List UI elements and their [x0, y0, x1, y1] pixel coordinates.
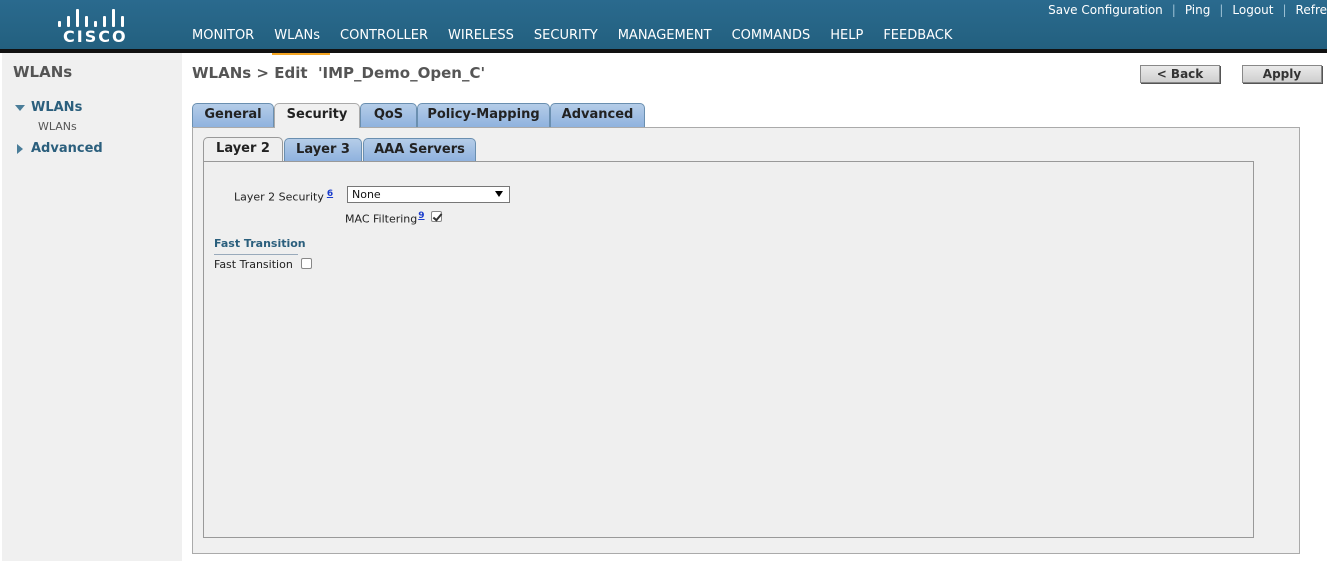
- nav-feedback[interactable]: FEEDBACK: [883, 28, 952, 49]
- tab-policy-mapping[interactable]: Policy-Mapping: [417, 103, 550, 127]
- ping-link[interactable]: Ping: [1185, 3, 1211, 17]
- mac-filtering-label: MAC Filtering: [345, 212, 418, 226]
- sidebar-subitem-wlans[interactable]: WLANs: [38, 120, 77, 133]
- subtab-layer-2[interactable]: Layer 2: [203, 137, 283, 161]
- nav-security[interactable]: SECURITY: [534, 28, 598, 49]
- top-links: Save Configuration | Ping | Logout | Ref…: [1048, 3, 1327, 17]
- apply-button[interactable]: Apply: [1242, 65, 1322, 83]
- dropdown-caret-icon: [495, 191, 503, 197]
- nav-management[interactable]: MANAGEMENT: [618, 28, 712, 49]
- section-divider: [214, 254, 298, 255]
- nav-help[interactable]: HELP: [830, 28, 863, 49]
- page-title: WLANs > Edit 'IMP_Demo_Open_C': [192, 64, 486, 82]
- sidebar-item-label[interactable]: WLANs: [31, 100, 82, 115]
- triangle-right-icon[interactable]: [17, 143, 23, 154]
- cisco-logo: CISCO: [55, 5, 130, 46]
- layer2-security-value: None: [352, 188, 381, 201]
- nav-wlans[interactable]: WLANs: [272, 28, 330, 55]
- triangle-down-icon[interactable]: [15, 104, 25, 111]
- mac-filtering-label-row: MAC Filtering9: [345, 211, 425, 226]
- link-separator: |: [1171, 3, 1176, 17]
- nav-wireless[interactable]: WIRELESS: [448, 28, 514, 49]
- fast-transition-label: Fast Transition: [214, 258, 293, 271]
- mac-filtering-footnote-link[interactable]: 9: [418, 211, 424, 221]
- subtab-layer-3[interactable]: Layer 3: [284, 138, 362, 161]
- cisco-logo-bars: [58, 7, 128, 27]
- mac-filtering-checkbox[interactable]: [431, 211, 442, 222]
- fast-transition-checkbox[interactable]: [301, 258, 312, 269]
- link-separator: |: [1219, 3, 1224, 17]
- sidebar-item-advanced[interactable]: Advanced: [17, 141, 103, 156]
- cisco-logo-text: CISCO: [63, 27, 128, 46]
- nav-monitor[interactable]: MONITOR: [192, 28, 254, 49]
- tab-security[interactable]: Security: [274, 103, 360, 128]
- sidebar: WLANs WLANs WLANs Advanced: [2, 53, 182, 561]
- back-button[interactable]: < Back: [1140, 65, 1220, 83]
- layer2-security-label: Layer 2 Security: [234, 190, 324, 204]
- nav-controller[interactable]: CONTROLLER: [340, 28, 428, 49]
- subtab-aaa-servers[interactable]: AAA Servers: [363, 138, 476, 161]
- top-nav: MONITOR WLANs CONTROLLER WIRELESS SECURI…: [192, 28, 972, 55]
- header-divider: [0, 49, 1327, 53]
- layer2-security-select[interactable]: None: [347, 186, 510, 203]
- layer2-security-label-row: Layer 2 Security 6: [234, 189, 333, 204]
- sidebar-title: WLANs: [13, 63, 73, 81]
- nav-commands[interactable]: COMMANDS: [732, 28, 811, 49]
- sidebar-item-label[interactable]: Advanced: [31, 141, 103, 156]
- link-separator: |: [1282, 3, 1287, 17]
- refresh-link[interactable]: Refre: [1296, 3, 1327, 17]
- top-header: CISCO MONITOR WLANs CONTROLLER WIRELESS …: [0, 0, 1327, 55]
- save-configuration-link[interactable]: Save Configuration: [1048, 3, 1163, 17]
- tab-general[interactable]: General: [192, 103, 274, 127]
- logout-link[interactable]: Logout: [1232, 3, 1273, 17]
- tab-qos[interactable]: QoS: [360, 103, 417, 127]
- fast-transition-heading: Fast Transition: [214, 237, 306, 250]
- sidebar-item-wlans[interactable]: WLANs: [15, 100, 82, 115]
- layer2-security-footnote-link[interactable]: 6: [327, 189, 333, 199]
- tab-advanced[interactable]: Advanced: [550, 103, 645, 127]
